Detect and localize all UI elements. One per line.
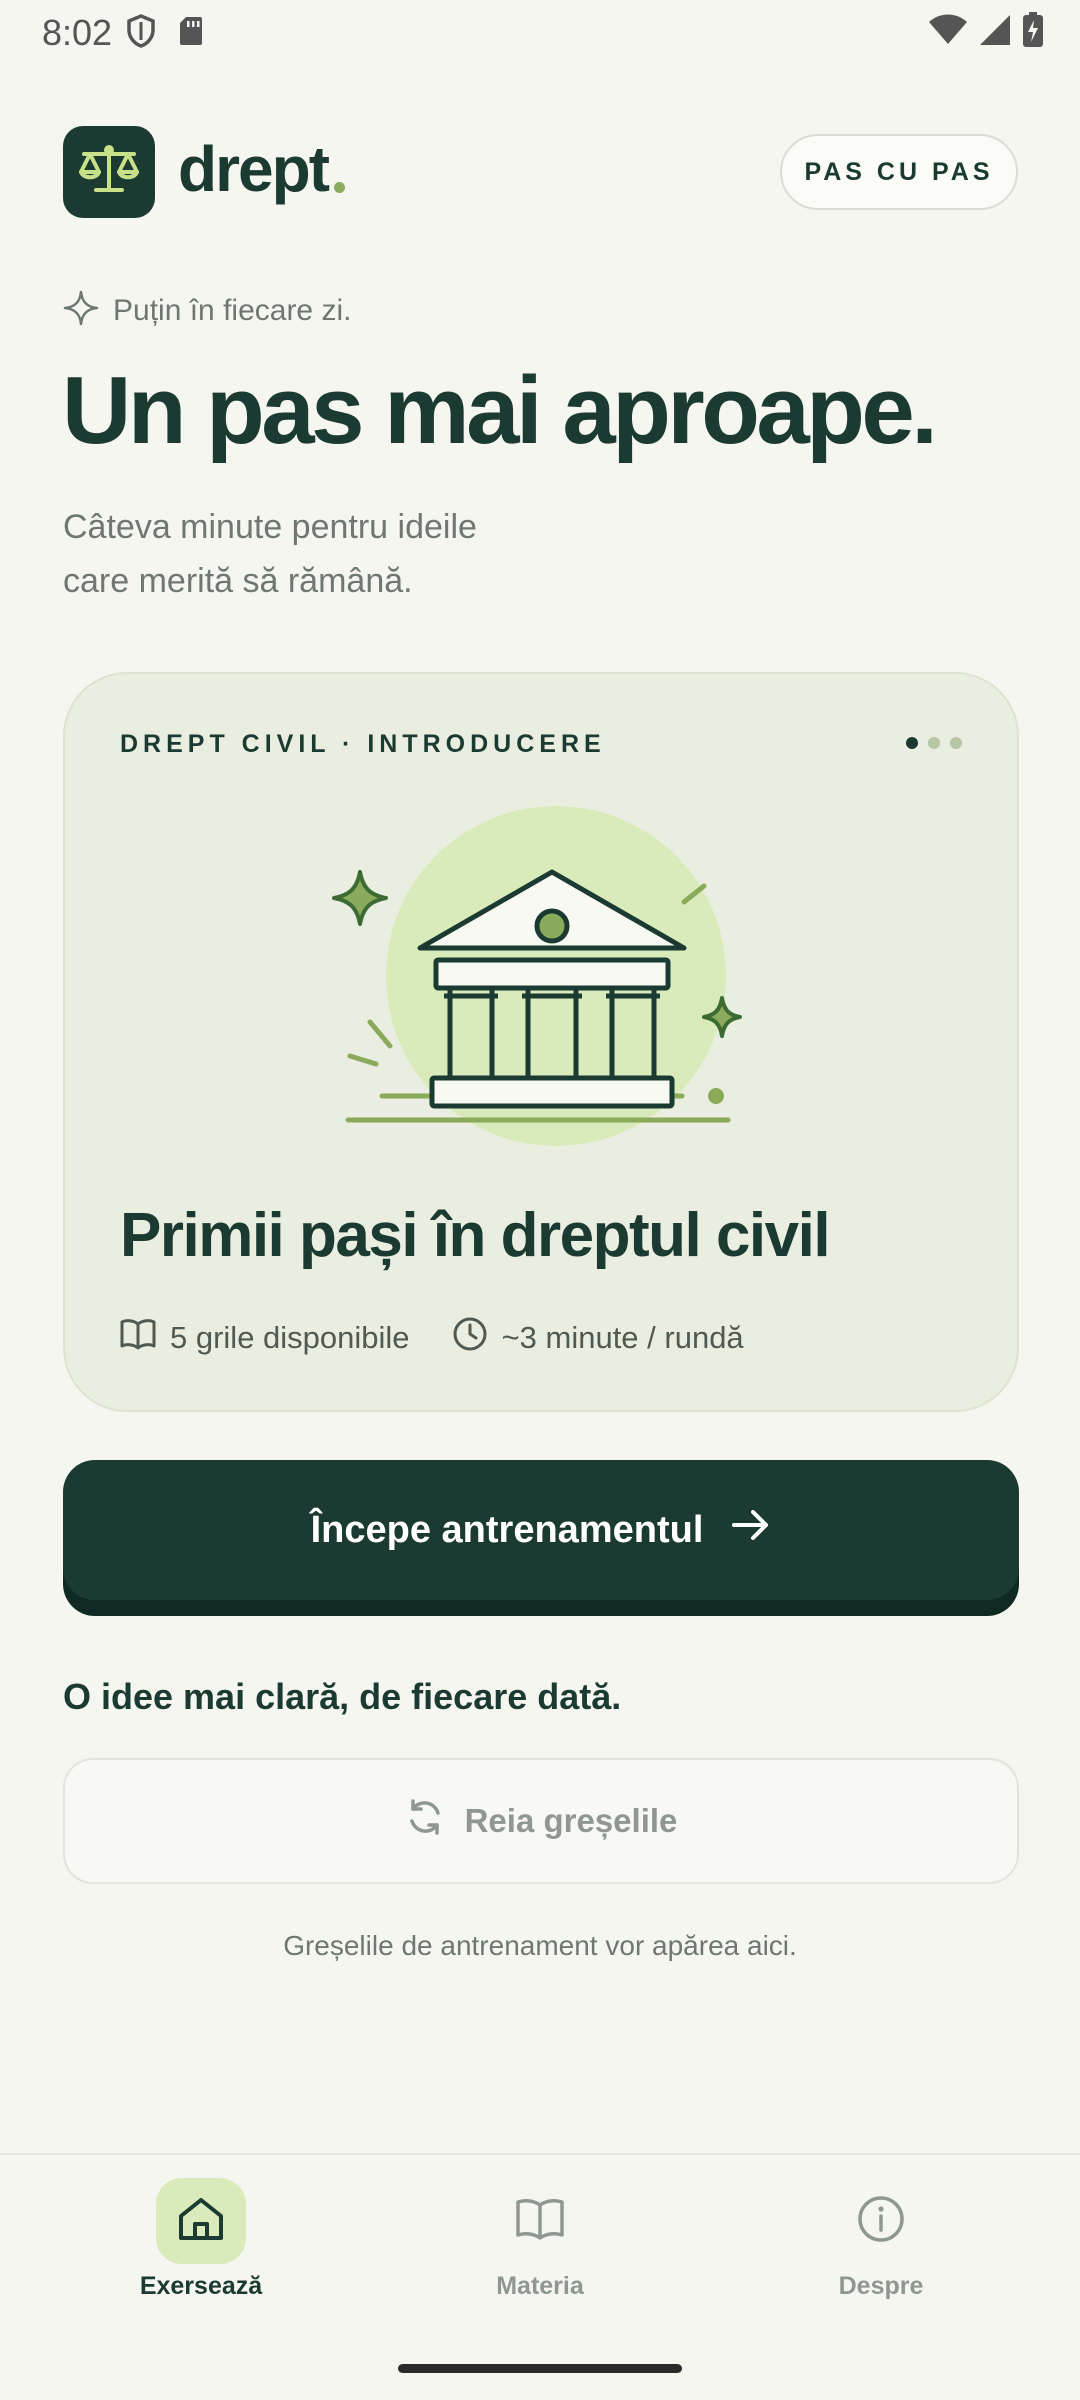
nav-active-indicator [156,2178,246,2264]
meta-time-label: ~3 minute / rundă [501,1320,744,1355]
meta-grile-label: 5 grile disponibile [170,1320,410,1355]
nav-item-materia[interactable]: Materia [420,2178,660,2301]
start-training-label: Începe antrenamentul [310,1508,704,1551]
app-logo [63,126,155,218]
carousel-dot[interactable] [928,737,940,749]
start-training-button[interactable]: Începe antrenamentul [63,1460,1019,1600]
tagline: Puțin în fiecare zi. [113,293,352,327]
shield-icon [126,14,156,53]
courthouse-illustration [320,790,760,1155]
page-subtitle: Câteva minute pentru ideile care merită … [63,500,623,609]
subtitle-line-2: care merită să rămână. [63,562,413,601]
tagline-row: Puțin în fiecare zi. [63,290,351,331]
card-title: Primii pași în dreptul civil [120,1201,831,1270]
home-icon [177,2196,225,2247]
nav-item-exerseaza[interactable]: Exersează [81,2178,321,2301]
arrow-right-icon [731,1508,771,1552]
scales-icon [76,142,142,203]
nav-icon-container [495,2178,585,2264]
book-icon [120,1318,156,1358]
status-right-icons [928,12,1044,53]
status-time: 8:02 [42,12,113,53]
info-icon [857,2195,905,2248]
brand-name: drept [178,133,330,205]
carousel-dots[interactable] [906,737,962,749]
sd-card-icon [178,15,204,52]
carousel-dot[interactable] [906,737,918,749]
sparkle-icon [63,290,99,331]
step-by-step-button[interactable]: PAS CU PAS [780,134,1018,210]
subtitle-line-1: Câteva minute pentru ideile [63,508,477,546]
page-title: Un pas mai aproape. [62,357,938,464]
clock-icon [452,1316,488,1360]
status-left-icons [126,14,204,53]
brand-dot [334,182,345,193]
meta-time: ~3 minute / rundă [452,1316,744,1360]
section-title: O idee mai clară, de fiecare dată. [63,1676,622,1717]
nav-item-despre[interactable]: Despre [761,2178,1001,2301]
nav-icon-container [836,2178,926,2264]
battery-icon [1022,12,1044,53]
signal-icon [978,13,1012,52]
retry-hint: Greșelile de antrenament vor apărea aici… [283,1930,797,1961]
refresh-icon [405,1797,445,1845]
nav-label: Exersează [139,2272,263,2300]
meta-grile: 5 grile disponibile [120,1318,410,1358]
retry-mistakes-button[interactable]: Reia greșelile [63,1758,1019,1884]
card-meta: 5 grile disponibile ~3 minute / rundă [120,1316,744,1360]
nav-label: Despre [838,2272,924,2300]
nav-label: Materia [496,2272,584,2300]
book-icon [515,2197,565,2246]
retry-mistakes-label: Reia greșelile [464,1802,678,1839]
card-eyebrow: DREPT CIVIL · INTRODUCERE [120,730,606,758]
carousel-dot[interactable] [950,737,962,749]
gesture-home-bar[interactable] [398,2364,682,2373]
wifi-icon [928,14,968,51]
